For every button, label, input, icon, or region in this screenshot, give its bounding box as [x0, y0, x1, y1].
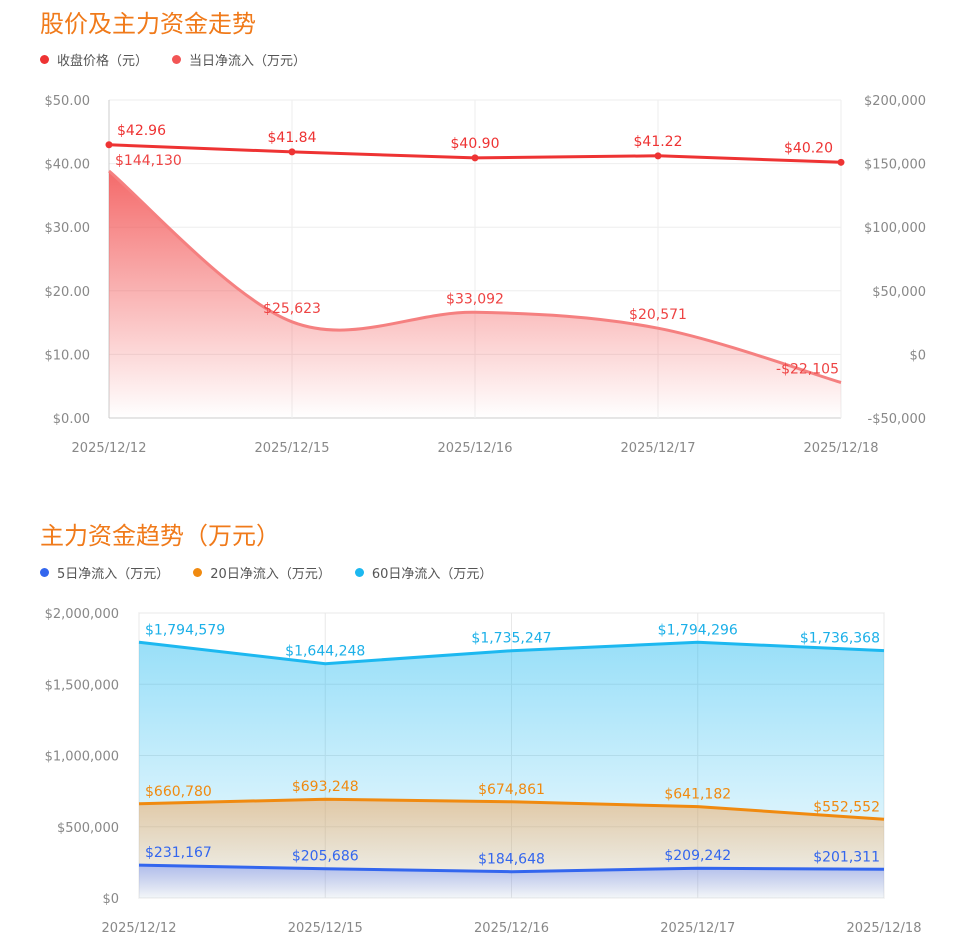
twenty-day-inflow-data-label: $660,780: [145, 784, 212, 800]
y-tick-label: $0: [102, 892, 119, 907]
five-day-inflow-data-label: $209,242: [664, 848, 731, 864]
y-tick-label: $1,500,000: [45, 678, 119, 693]
x-tick-label: 2025/12/16: [474, 921, 549, 936]
sixty-day-inflow-data-label: $1,736,368: [800, 631, 880, 647]
sixty-day-inflow-data-label: $1,735,247: [471, 631, 551, 647]
five-day-inflow-data-label: $205,686: [292, 849, 359, 865]
five-day-inflow-data-label: $184,648: [478, 852, 545, 868]
sixty-day-inflow-data-label: $1,794,296: [658, 622, 738, 638]
y-tick-label: $1,000,000: [45, 750, 119, 765]
x-tick-label: 2025/12/12: [102, 921, 177, 936]
sixty-day-inflow-data-label: $1,794,579: [145, 622, 225, 638]
x-tick-label: 2025/12/18: [847, 921, 922, 936]
twenty-day-inflow-data-label: $641,182: [664, 787, 731, 803]
twenty-day-inflow-data-label: $552,552: [813, 799, 880, 815]
x-tick-label: 2025/12/17: [660, 921, 735, 936]
x-tick-label: 2025/12/15: [288, 921, 363, 936]
y-tick-label: $2,000,000: [45, 607, 119, 622]
twenty-day-inflow-data-label: $674,861: [478, 782, 545, 798]
five-day-inflow-data-label: $231,167: [145, 845, 212, 861]
five-day-inflow-data-label: $201,311: [813, 849, 880, 865]
twenty-day-inflow-data-label: $693,248: [292, 779, 359, 795]
y-tick-label: $500,000: [57, 821, 119, 836]
page: 股价及主力资金走势 收盘价格（元） 当日净流入（万元） $0.00 $10.00 $…: [0, 0, 968, 941]
main-flow-trend-chart: $0 $500,000 $1,000,000 $1,500,000 $2,000,000…: [45, 607, 922, 936]
sixty-day-inflow-data-label: $1,644,248: [285, 644, 365, 660]
